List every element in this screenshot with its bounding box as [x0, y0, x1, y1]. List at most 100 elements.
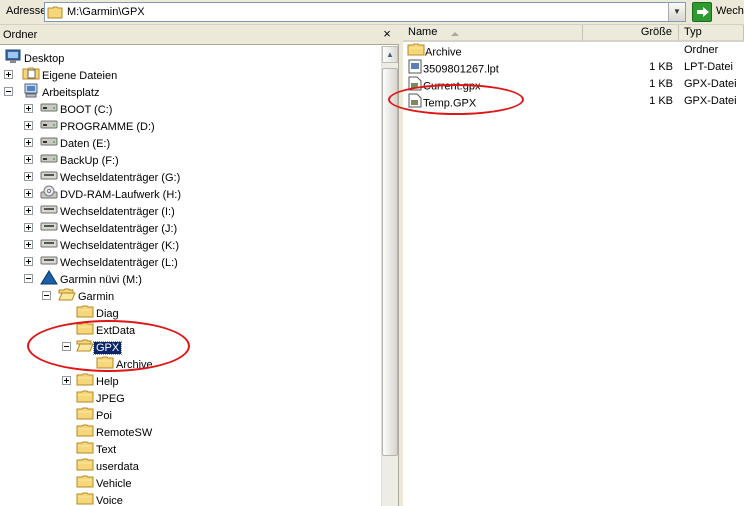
- file-size: 1 KB: [649, 78, 673, 90]
- folder-open-icon: [76, 338, 94, 359]
- tree-node[interactable]: Wechseldatenträger (I:): [40, 202, 177, 219]
- folder-tree: Desktop Eigene Dateien Arbeitsplatz BOOT (C…: [0, 46, 381, 506]
- tree-node-label: Wechseldatenträger (J:): [60, 223, 178, 236]
- tree-node[interactable]: BOOT (C:): [40, 100, 114, 117]
- file-row[interactable]: Temp.GPX 1 KB GPX-Datei: [403, 93, 744, 110]
- expand-plus-icon[interactable]: [24, 223, 33, 232]
- folder-icon: [47, 6, 63, 19]
- vertical-scrollbar[interactable]: ▲: [381, 46, 398, 506]
- tree-node[interactable]: PROGRAMME (D:): [40, 117, 157, 134]
- address-input[interactable]: M:\Garmin\GPX ▼: [44, 2, 686, 22]
- scrollbar-thumb[interactable]: [382, 68, 398, 456]
- column-header-size[interactable]: Größe: [583, 25, 679, 42]
- tree-node[interactable]: JPEG: [76, 389, 127, 406]
- tree-node-label: Diag: [96, 308, 119, 321]
- tree-node[interactable]: BackUp (F:): [40, 151, 121, 168]
- tree-node[interactable]: Wechseldatenträger (K:): [40, 236, 181, 253]
- tree-node[interactable]: ExtData: [76, 321, 137, 338]
- tree-node[interactable]: Arbeitsplatz: [22, 83, 101, 100]
- tree-node[interactable]: DVD-RAM-Laufwerk (H:): [40, 185, 183, 202]
- gpx-file-icon: [407, 93, 423, 114]
- go-arrow-icon[interactable]: [692, 2, 712, 22]
- tree-node-label: Wechseldatenträger (L:): [60, 257, 178, 270]
- tree-node[interactable]: Wechseldatenträger (G:): [40, 168, 182, 185]
- tree-node[interactable]: Archive: [96, 355, 155, 372]
- tree-node[interactable]: Diag: [76, 304, 121, 321]
- file-type: LPT-Datei: [684, 61, 733, 73]
- tree-node[interactable]: Daten (E:): [40, 134, 112, 151]
- column-header-name[interactable]: Name: [403, 25, 583, 42]
- tree-node[interactable]: Garmin nüvi (M:): [40, 270, 144, 287]
- tree-node-label: Voice: [96, 495, 123, 506]
- file-name: Temp.GPX: [423, 97, 477, 110]
- expand-plus-icon[interactable]: [24, 172, 33, 181]
- expand-plus-icon[interactable]: [24, 104, 33, 113]
- tree-node-label: Wechseldatenträger (K:): [60, 240, 180, 253]
- address-dropdown-button[interactable]: ▼: [668, 3, 685, 21]
- expand-plus-icon[interactable]: [62, 376, 71, 385]
- expand-plus-icon[interactable]: [4, 70, 13, 79]
- tree-node-label: userdata: [96, 461, 139, 474]
- go-button-label[interactable]: Wech: [716, 5, 744, 17]
- folder-pane: Ordner × Desktop Eigene Dateien Arbeitspla…: [0, 25, 399, 506]
- tree-node[interactable]: Poi: [76, 406, 114, 423]
- column-header-type[interactable]: Typ: [679, 25, 744, 42]
- tree-node-label: Help: [96, 376, 119, 389]
- tree-node[interactable]: GPX: [76, 338, 123, 356]
- tree-node[interactable]: Vehicle: [76, 474, 133, 491]
- tree-node[interactable]: RemoteSW: [76, 423, 154, 440]
- expand-plus-icon[interactable]: [24, 240, 33, 249]
- sort-ascending-icon: [451, 32, 459, 36]
- my-computer-icon: [22, 83, 40, 104]
- expand-plus-icon[interactable]: [24, 206, 33, 215]
- file-name: Current.gpx: [423, 80, 481, 93]
- tree-node-label: Text: [96, 444, 117, 457]
- address-label: Adresse: [6, 5, 47, 17]
- expand-plus-icon[interactable]: [24, 138, 33, 147]
- expand-plus-icon[interactable]: [24, 189, 33, 198]
- tree-node-label: Daten (E:): [60, 138, 111, 151]
- tree-node[interactable]: Text: [76, 440, 118, 457]
- tree-node[interactable]: userdata: [76, 457, 141, 474]
- file-name: 3509801267.lpt: [423, 63, 499, 76]
- expand-plus-icon[interactable]: [24, 155, 33, 164]
- expand-plus-icon[interactable]: [24, 121, 33, 130]
- tree-node-label: DVD-RAM-Laufwerk (H:): [60, 189, 182, 202]
- file-size: 1 KB: [649, 61, 673, 73]
- tree-node[interactable]: Help: [76, 372, 121, 389]
- file-row[interactable]: Current.gpx 1 KB GPX-Datei: [403, 76, 744, 93]
- collapse-minus-icon[interactable]: [62, 342, 71, 351]
- expand-plus-icon[interactable]: [24, 257, 33, 266]
- folder-icon: [76, 491, 94, 506]
- tree-node[interactable]: Garmin: [58, 287, 116, 304]
- tree-node-label: Wechseldatenträger (I:): [60, 206, 175, 219]
- tree-node-label: Wechseldatenträger (G:): [60, 172, 181, 185]
- tree-node-label: Desktop: [24, 53, 65, 66]
- tree-node-label: Garmin nüvi (M:): [60, 274, 142, 287]
- file-row[interactable]: Archive Ordner: [403, 42, 744, 59]
- tree-node-label: BackUp (F:): [60, 155, 119, 168]
- close-icon[interactable]: ×: [380, 26, 394, 42]
- tree-node[interactable]: Wechseldatenträger (L:): [40, 253, 180, 270]
- file-row[interactable]: 3509801267.lpt 1 KB LPT-Datei: [403, 59, 744, 76]
- collapse-minus-icon[interactable]: [24, 274, 33, 283]
- tree-node[interactable]: Voice: [76, 491, 125, 506]
- tree-node[interactable]: Desktop: [4, 49, 66, 66]
- collapse-minus-icon[interactable]: [4, 87, 13, 96]
- tree-node-label: Archive: [116, 359, 153, 372]
- file-list: Name Größe Typ Archive Ordner 3509801267.l…: [403, 25, 744, 506]
- tree-node-label: PROGRAMME (D:): [60, 121, 155, 134]
- address-path: M:\Garmin\GPX: [67, 6, 145, 18]
- folder-pane-title: Ordner: [3, 29, 38, 41]
- scroll-up-button[interactable]: ▲: [382, 46, 398, 63]
- tree-node[interactable]: Wechseldatenträger (J:): [40, 219, 179, 236]
- file-size: 1 KB: [649, 95, 673, 107]
- collapse-minus-icon[interactable]: [42, 291, 51, 300]
- file-type: Ordner: [684, 44, 719, 56]
- desktop-icon: [4, 49, 22, 70]
- tree-node[interactable]: Eigene Dateien: [22, 66, 119, 83]
- file-type: GPX-Datei: [684, 95, 737, 107]
- folder-pane-header: Ordner ×: [0, 25, 399, 45]
- tree-node-label: Vehicle: [96, 478, 132, 491]
- folder-open-icon: [58, 287, 76, 308]
